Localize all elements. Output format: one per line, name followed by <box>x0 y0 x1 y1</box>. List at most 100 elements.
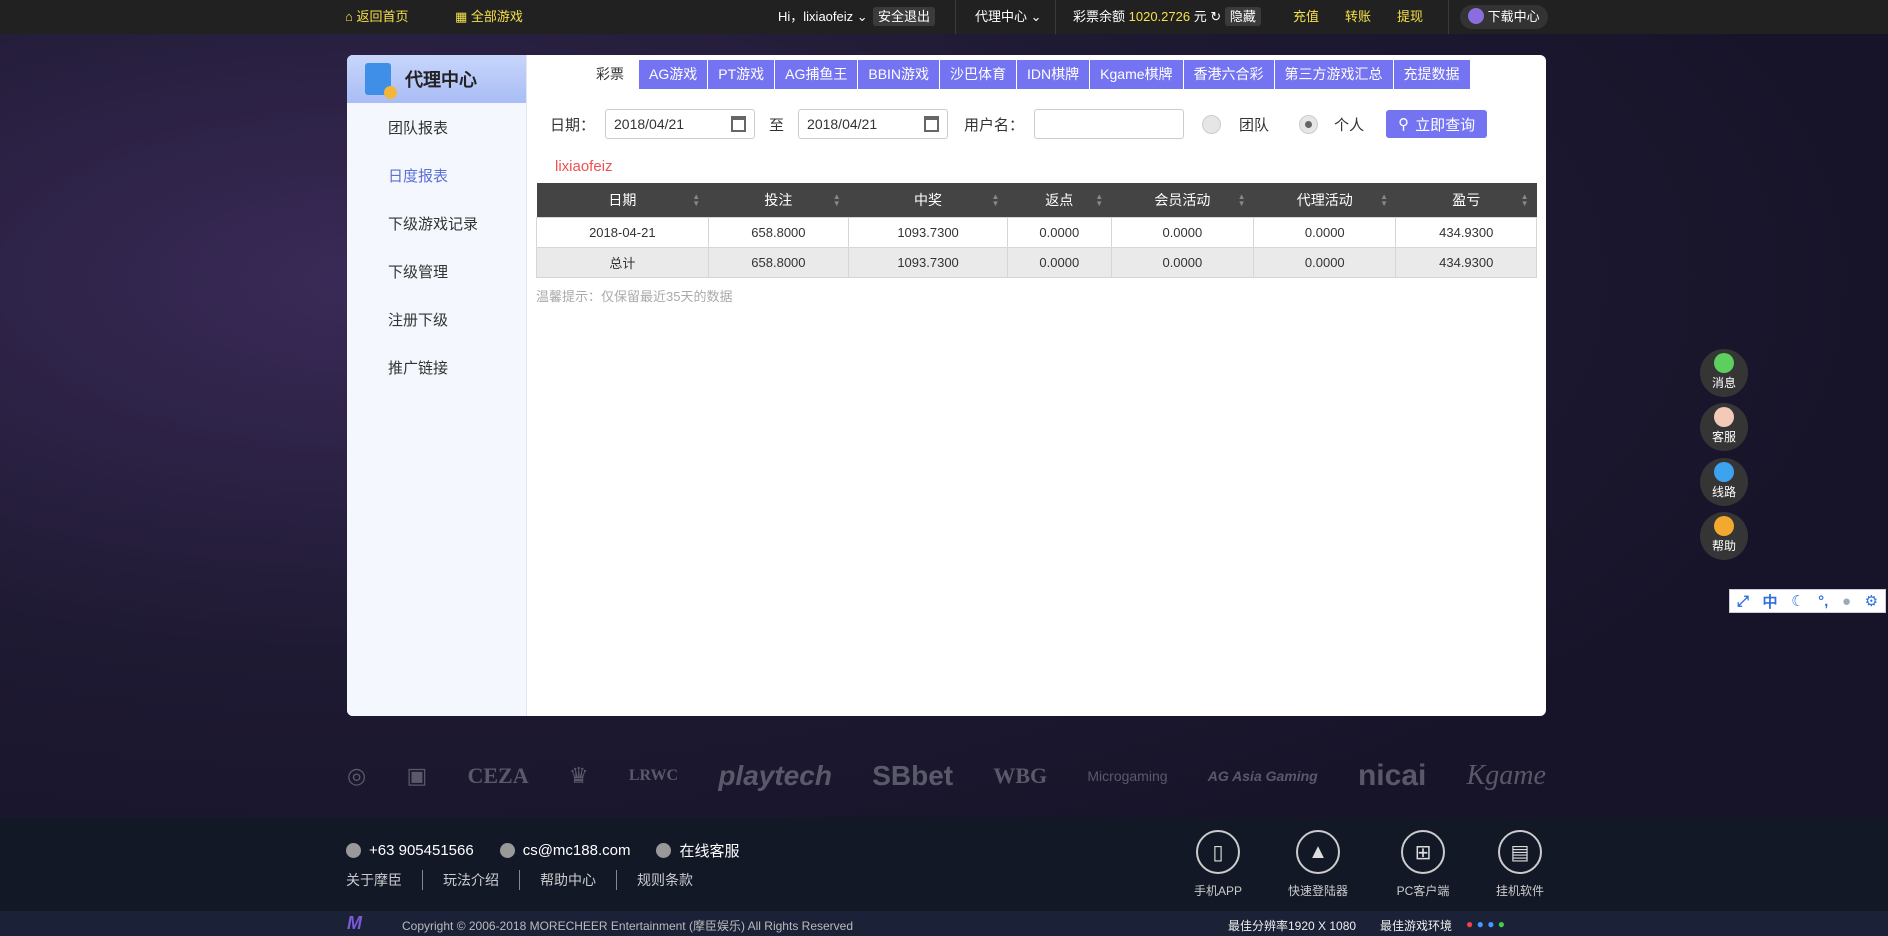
tab-bbin[interactable]: BBIN游戏 <box>858 60 941 89</box>
all-games-link[interactable]: ▦ 全部游戏 <box>455 0 523 34</box>
sidebar-item-sub-game-records[interactable]: 下级游戏记录 <box>347 201 526 249</box>
download-label: 手机APP <box>1193 884 1242 898</box>
query-label: 立即查询 <box>1415 116 1476 134</box>
sidebar-item-register-sub[interactable]: 注册下级 <box>347 297 526 345</box>
date-to-input[interactable]: 2018/04/21 <box>798 109 949 139</box>
tab-kgame[interactable]: Kgame棋牌 <box>1090 60 1184 89</box>
download-quick-launcher[interactable]: ▲ 快速登陆器 <box>1288 830 1348 899</box>
footer-link-help[interactable]: 帮助中心 <box>519 870 616 890</box>
agent-center-menu[interactable]: 代理中心 ⌄ <box>975 0 1042 34</box>
username-label: 用户名： <box>964 116 1025 134</box>
agent-center-label: 代理中心 <box>975 9 1028 24</box>
refresh-icon[interactable]: ↻ <box>1210 9 1221 24</box>
partner-logos: ◎ ▣ CEZA ♛ LRWC playtech SBbet WBG Micro… <box>347 746 1546 806</box>
download-pc-client[interactable]: ⊞ PC客户端 <box>1393 830 1453 899</box>
sidebar-item-daily-report[interactable]: 日度报表 <box>347 153 526 201</box>
resolution-note: 最佳分辨率1920 X 1080 <box>1228 919 1357 933</box>
calendar-icon[interactable] <box>924 116 940 132</box>
tab-ag-fishing[interactable]: AG捕鱼王 <box>775 60 859 89</box>
sidebar-title: 代理中心 <box>405 70 477 90</box>
sidebar-item-sub-management[interactable]: 下级管理 <box>347 249 526 297</box>
tab-hk-lottery[interactable]: 香港六合彩 <box>1183 60 1275 89</box>
sort-icon[interactable]: ▲ ▼ <box>1095 193 1103 208</box>
sidebar-item-promo-link[interactable]: 推广链接 <box>347 345 526 393</box>
user-icon[interactable]: ● <box>1842 593 1851 610</box>
tab-idn[interactable]: IDN棋牌 <box>1017 60 1091 89</box>
footer-link-rules[interactable]: 规则条款 <box>616 870 713 890</box>
greeting: Hi，lixiaofeiz <box>778 9 854 24</box>
punctuation-icon[interactable]: °, <box>1818 593 1828 610</box>
online-support-link[interactable]: 在线客服 <box>679 840 739 861</box>
column-header[interactable]: 日期 ▲ ▼ <box>536 183 709 217</box>
personal-radio[interactable] <box>1299 114 1319 134</box>
footer: +63 905451566 cs@mc188.com 在线客服 关于摩臣 玩法介… <box>0 818 1888 911</box>
user-menu[interactable]: Hi，lixiaofeiz ⌄ <box>778 0 868 34</box>
sort-icon[interactable]: ▲ ▼ <box>833 193 841 208</box>
tab-ag[interactable]: AG游戏 <box>639 60 709 89</box>
partner-logo: ◎ <box>347 763 367 788</box>
float-messages[interactable]: 消息 <box>1700 349 1748 397</box>
float-customer-service[interactable]: 客服 <box>1700 403 1748 451</box>
download-mobile-app[interactable]: ▯ 手机APP <box>1188 830 1248 899</box>
transfer-link[interactable]: 转账 <box>1345 0 1371 34</box>
email-link[interactable]: cs@mc188.com <box>523 842 631 859</box>
download-icon <box>1468 8 1484 24</box>
tab-saba-sports[interactable]: 沙巴体育 <box>940 60 1018 89</box>
sort-icon[interactable]: ▲ ▼ <box>1238 193 1246 208</box>
gear-icon[interactable]: ⚙ <box>1865 592 1878 610</box>
windows-icon: ⊞ <box>1401 830 1445 874</box>
column-header[interactable]: 代理活动 ▲ ▼ <box>1253 183 1396 217</box>
ime-language-toggle[interactable]: 中 <box>1762 591 1777 612</box>
float-help[interactable]: 帮助 <box>1700 512 1748 560</box>
copyright-bar: M Copyright © 2006-2018 MORECHEER Entert… <box>0 911 1888 936</box>
column-header-label: 日期 <box>608 191 637 208</box>
partner-logo: playtech <box>718 760 832 791</box>
balance-value: 1020.2726 <box>1128 9 1191 24</box>
deposit-link[interactable]: 充值 <box>1293 0 1319 34</box>
partner-logo: Kgame <box>1466 760 1546 791</box>
sidebar-item-team-report[interactable]: 团队报表 <box>347 105 526 153</box>
hide-button[interactable]: 隐藏 <box>1224 7 1261 26</box>
chat-icon <box>1714 353 1734 373</box>
download-bot-software[interactable]: ▤ 挂机软件 <box>1490 830 1550 899</box>
username-input[interactable] <box>1034 109 1185 139</box>
partner-logo: CEZA <box>467 763 529 788</box>
float-routes[interactable]: 线路 <box>1700 458 1748 506</box>
table-cell: 1093.7300 <box>848 216 1008 248</box>
column-header[interactable]: 中奖 ▲ ▼ <box>848 183 1008 217</box>
table-cell: 0.0000 <box>1110 216 1255 248</box>
footer-link-howto[interactable]: 玩法介绍 <box>422 870 519 890</box>
table-cell: 658.8000 <box>707 216 850 248</box>
copyright: Copyright © 2006-2018 MORECHEER Entertai… <box>402 919 854 933</box>
column-header[interactable]: 盈亏 ▲ ▼ <box>1395 183 1537 217</box>
table-cell: 658.8000 <box>707 246 850 278</box>
sort-icon[interactable]: ▲ ▼ <box>992 193 1000 208</box>
logout-button[interactable]: 安全退出 <box>873 7 936 26</box>
sort-icon[interactable]: ▲ ▼ <box>692 193 700 208</box>
sort-icon[interactable]: ▲ ▼ <box>1521 193 1529 208</box>
date-from-input[interactable]: 2018/04/21 <box>605 109 756 139</box>
tab-third-party[interactable]: 第三方游戏汇总 <box>1274 60 1394 89</box>
tab-pt[interactable]: PT游戏 <box>708 60 776 89</box>
tab-lottery[interactable]: 彩票 <box>582 60 639 89</box>
home-link[interactable]: ⌂ 返回首页 <box>345 0 408 34</box>
team-radio[interactable] <box>1202 114 1222 134</box>
sort-icon[interactable]: ▲ ▼ <box>1380 193 1388 208</box>
window-icon: ▤ <box>1498 830 1542 874</box>
column-header-label: 代理活动 <box>1296 191 1353 208</box>
top-bar: ⌂ 返回首页 ▦ 全部游戏 Hi，lixiaofeiz ⌄ 安全退出 代理中心 … <box>0 0 1888 34</box>
expand-icon[interactable]: ⤢ <box>1737 593 1749 610</box>
column-header[interactable]: 会员活动 ▲ ▼ <box>1111 183 1254 217</box>
float-label: 帮助 <box>1711 539 1736 553</box>
footer-link-about[interactable]: 关于摩臣 <box>346 870 422 890</box>
moon-icon[interactable]: ☾ <box>1791 592 1804 610</box>
column-header[interactable]: 返点 ▲ ▼ <box>1007 183 1112 217</box>
partner-logo: AG Asia Gaming <box>1207 768 1318 784</box>
download-center-button[interactable]: 下载中心 <box>1460 5 1548 29</box>
query-button[interactable]: ⚲ 立即查询 <box>1386 110 1488 138</box>
tab-deposit-withdraw[interactable]: 充提数据 <box>1393 60 1470 89</box>
calendar-icon[interactable] <box>731 116 747 132</box>
column-header[interactable]: 投注 ▲ ▼ <box>708 183 849 217</box>
table-cell: 0.0000 <box>1110 246 1255 278</box>
withdraw-link[interactable]: 提现 <box>1397 0 1423 34</box>
